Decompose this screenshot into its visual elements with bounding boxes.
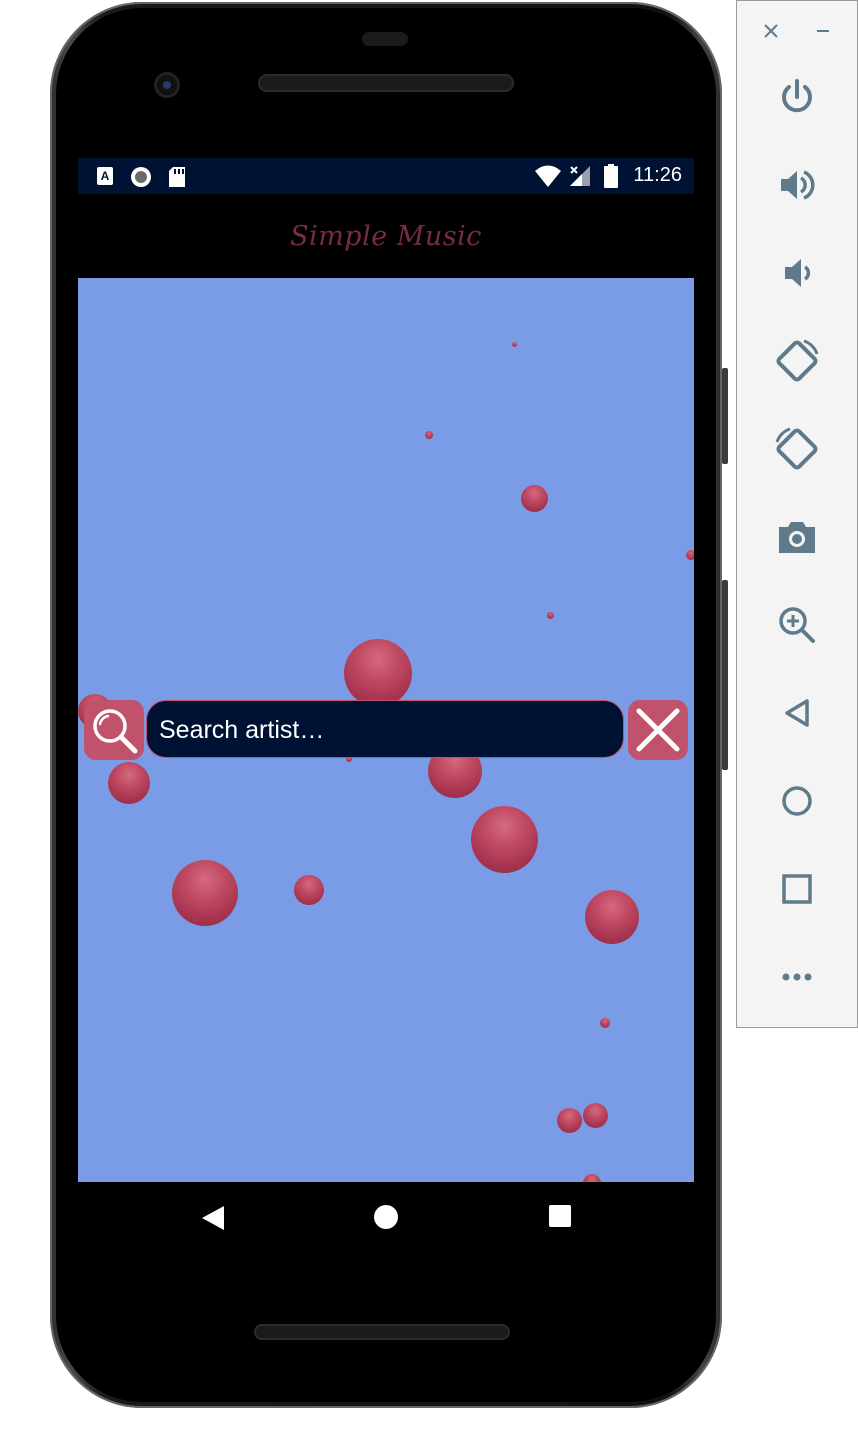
bubble-background <box>78 278 694 1182</box>
search-button[interactable] <box>84 700 144 760</box>
search-field <box>146 700 624 759</box>
more-button[interactable] <box>773 953 821 1001</box>
overview-icon <box>782 874 812 904</box>
home-button[interactable] <box>773 777 821 825</box>
rotate-right-button[interactable] <box>773 425 821 473</box>
search-input[interactable] <box>157 701 611 759</box>
bubble <box>512 342 517 347</box>
close-icon <box>636 708 680 752</box>
nav-back-button[interactable] <box>200 1204 226 1232</box>
bottom-speaker <box>254 1324 510 1340</box>
overview-button[interactable] <box>773 865 821 913</box>
signal-icon <box>570 166 590 186</box>
bubble <box>425 431 433 439</box>
battery-icon <box>604 164 618 188</box>
bubble <box>172 860 238 926</box>
bubble <box>686 550 694 560</box>
zoom-in-icon <box>779 607 815 643</box>
minimize-icon[interactable] <box>815 23 831 39</box>
emulator-window-controls <box>737 15 857 45</box>
bubble <box>583 1174 601 1182</box>
volume-side-button <box>722 580 728 770</box>
home-icon <box>782 786 812 816</box>
screenshot-button[interactable] <box>773 513 821 561</box>
search-bar <box>84 700 688 760</box>
bubble <box>583 1103 608 1128</box>
app-title-bar: Simple Music <box>78 194 694 278</box>
rotate-right-icon <box>775 427 818 470</box>
volume-up-icon <box>781 170 815 200</box>
volume-up-button[interactable] <box>773 161 821 209</box>
a-notification-icon: A <box>97 167 113 185</box>
zoom-button[interactable] <box>773 601 821 649</box>
emulator-toolbar <box>736 0 858 1028</box>
back-button[interactable] <box>773 689 821 737</box>
bubble <box>547 612 554 619</box>
power-icon <box>782 79 812 113</box>
wifi-icon <box>535 165 561 187</box>
bubble <box>521 485 548 512</box>
bubble <box>344 639 412 707</box>
front-camera <box>154 72 180 98</box>
record-icon <box>131 167 151 187</box>
bubble <box>471 806 538 873</box>
app-title: Simple Music <box>290 220 482 252</box>
back-icon <box>785 699 809 727</box>
more-icon <box>782 973 812 981</box>
volume-down-icon <box>785 259 811 287</box>
bubble <box>108 762 150 804</box>
clear-search-button[interactable] <box>628 700 688 760</box>
power-button[interactable] <box>773 73 821 121</box>
sd-card-icon <box>169 167 185 187</box>
power-side-button <box>722 368 728 464</box>
camera-icon <box>779 522 815 553</box>
bubble <box>557 1108 582 1133</box>
status-time: 11:26 <box>633 164 682 186</box>
svg-text:A: A <box>101 169 110 183</box>
navigation-bar <box>78 1182 694 1256</box>
rotate-left-icon <box>776 339 819 382</box>
top-speaker <box>258 74 514 92</box>
nav-home-button[interactable] <box>373 1204 399 1230</box>
earpiece <box>362 32 408 46</box>
bubble <box>585 890 639 944</box>
close-icon[interactable] <box>763 23 779 39</box>
volume-down-button[interactable] <box>773 249 821 297</box>
nav-recents-button[interactable] <box>548 1204 572 1228</box>
search-icon <box>93 709 138 754</box>
status-bar: A 11:26 <box>78 158 694 194</box>
bubble <box>600 1018 610 1028</box>
bubble <box>294 875 324 905</box>
rotate-left-button[interactable] <box>773 337 821 385</box>
